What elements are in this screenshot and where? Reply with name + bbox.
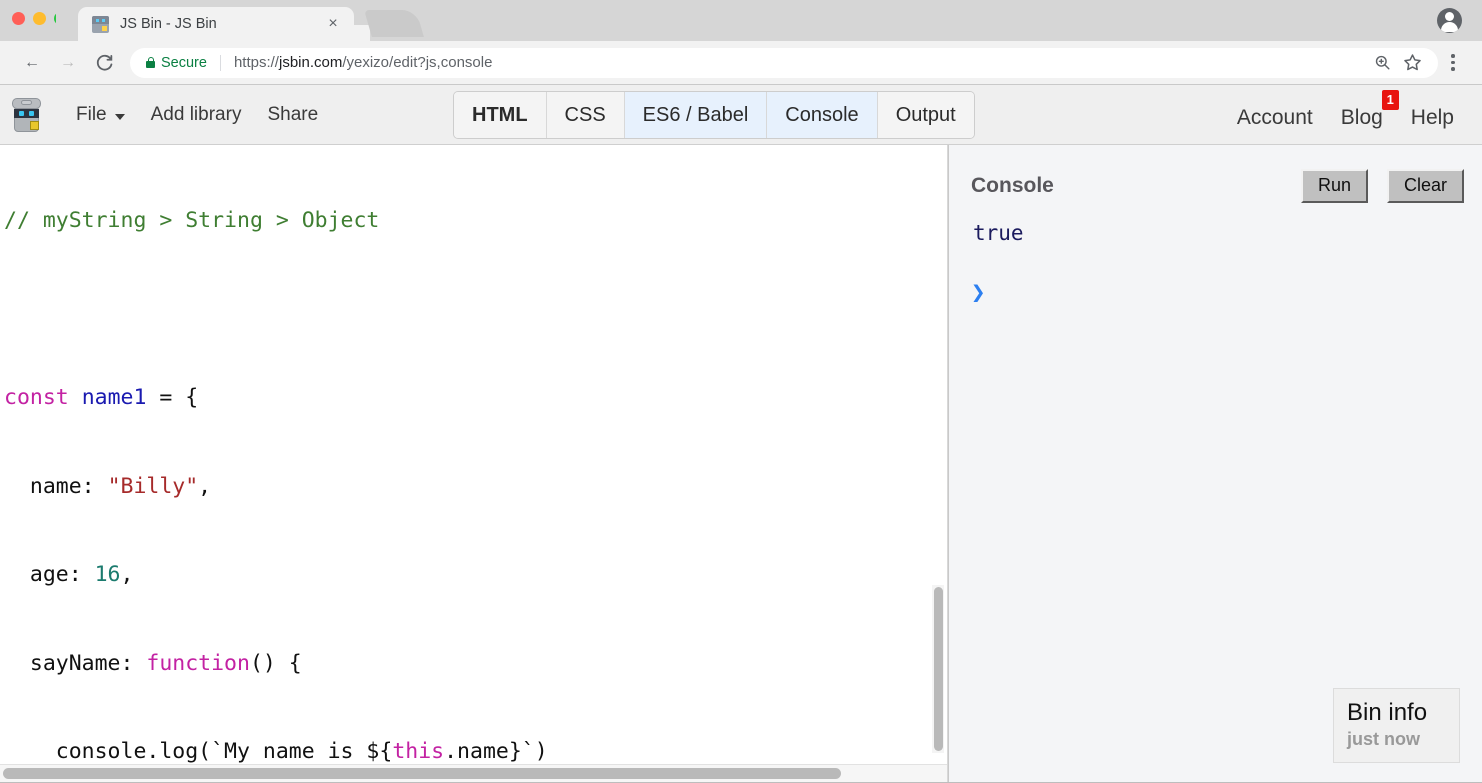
bin-info-timestamp: just now [1347, 729, 1420, 749]
workspace: // myString > String > Object const name… [0, 145, 1482, 783]
tab-output[interactable]: Output [877, 92, 974, 138]
menu-file[interactable]: File [63, 85, 138, 144]
code-line[interactable]: sayName: function() { [2, 649, 947, 679]
bin-info-title: Bin info [1347, 699, 1428, 727]
secure-label: Secure [161, 54, 207, 71]
menu-blog[interactable]: Blog 1 [1327, 89, 1399, 130]
console-output-line: true [973, 220, 1024, 245]
code-editor[interactable]: // myString > String > Object const name… [0, 145, 947, 783]
code-line[interactable]: name: "Billy", [2, 472, 947, 502]
forward-icon[interactable]: → [50, 45, 86, 81]
address-bar[interactable]: Secure https://jsbin.com/yexizo/edit?js,… [130, 47, 1438, 78]
minimize-window-button[interactable] [33, 12, 46, 25]
code-line[interactable]: const name1 = { [2, 383, 947, 413]
tab-left-edge [56, 7, 78, 41]
jsbin-robot-logo[interactable] [10, 97, 43, 132]
console-buttons: Run Clear [1300, 169, 1464, 203]
menu-blog-label: Blog [1340, 105, 1383, 129]
lock-icon [146, 57, 155, 68]
menu-account-label: Account [1236, 105, 1313, 129]
run-button[interactable]: Run [1300, 169, 1368, 203]
menu-help-label: Help [1410, 105, 1454, 129]
bookmark-star-icon[interactable] [1398, 49, 1426, 77]
jsbin-toolbar-right: Account Blog 1 Help [1223, 89, 1468, 130]
profile-avatar[interactable] [1437, 8, 1462, 33]
browser-tab[interactable]: JS Bin - JS Bin × [56, 7, 370, 41]
url-host: jsbin.com [278, 54, 343, 71]
tab-es6-babel[interactable]: ES6 / Babel [624, 92, 768, 138]
code-token-comment: // myString > String > Object [4, 208, 380, 233]
editor-horizontal-scrollbar-thumb[interactable] [3, 768, 841, 779]
code-line[interactable]: age: 16, [2, 560, 947, 590]
close-window-button[interactable] [12, 12, 25, 25]
omnibox-icons [1368, 49, 1426, 77]
new-tab-button[interactable] [364, 10, 424, 37]
browser-window: JS Bin - JS Bin × ← → Secure https://jsb… [0, 0, 1482, 783]
menu-share-label: Share [267, 103, 319, 125]
omnibox-divider [219, 54, 221, 71]
browser-toolbar: ← → Secure https://jsbin.com/yexizo/edit… [0, 41, 1482, 85]
zoom-in-icon[interactable] [1368, 49, 1396, 77]
editor-vertical-scrollbar-thumb[interactable] [934, 587, 943, 751]
console-title: Console [971, 173, 1054, 197]
url-path: /yexizo/edit?js,console [342, 54, 493, 71]
menu-add-library[interactable]: Add library [138, 85, 255, 144]
panel-tab-group: HTML CSS ES6 / Babel Console Output [453, 91, 975, 139]
close-icon[interactable]: × [322, 13, 344, 35]
console-pane: Console Run Clear true ❯ Bin info just n… [948, 145, 1482, 783]
browser-tabstrip: JS Bin - JS Bin × [0, 0, 1482, 41]
console-prompt-icon[interactable]: ❯ [949, 245, 1482, 306]
code-line[interactable]: console.log(`My name is ${this.name}`) [2, 737, 947, 767]
code-line[interactable]: // myString > String > Object [2, 206, 947, 236]
url-text: https://jsbin.com/yexizo/edit?js,console [234, 54, 492, 71]
url-scheme: https:// [233, 54, 279, 71]
code-editor-pane[interactable]: // myString > String > Object const name… [0, 145, 948, 783]
secure-indicator: Secure [146, 55, 207, 71]
code-line[interactable] [2, 295, 947, 325]
menu-help[interactable]: Help [1397, 106, 1468, 130]
back-icon[interactable]: ← [14, 45, 50, 81]
kebab-menu-icon[interactable] [1438, 45, 1468, 81]
menu-share[interactable]: Share [254, 85, 331, 144]
chevron-down-icon [114, 113, 125, 120]
bin-info-box[interactable]: Bin info just now [1333, 688, 1460, 763]
menu-add-library-label: Add library [150, 103, 242, 125]
jsbin-toolbar: File Add library Share HTML CSS ES6 / Ba… [0, 85, 1482, 145]
reload-icon[interactable] [86, 45, 122, 81]
notification-badge: 1 [1381, 89, 1399, 110]
tab-console[interactable]: Console [767, 92, 878, 138]
menu-file-label: File [76, 103, 107, 125]
menu-account[interactable]: Account [1223, 106, 1327, 130]
tab-title: JS Bin - JS Bin [120, 16, 217, 32]
tab-html[interactable]: HTML [454, 92, 547, 138]
console-header: Console Run Clear [949, 145, 1482, 203]
clear-button[interactable]: Clear [1386, 169, 1464, 203]
jsbin-favicon [92, 15, 109, 33]
tab-css[interactable]: CSS [546, 92, 625, 138]
